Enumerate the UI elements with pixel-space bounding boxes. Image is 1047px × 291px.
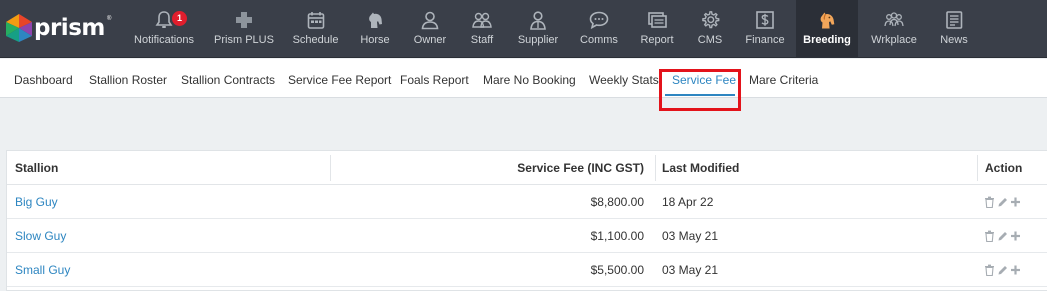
plus-cross-icon <box>236 12 252 28</box>
tab-dashboard[interactable]: Dashboard <box>14 59 73 98</box>
row-actions <box>984 196 1024 208</box>
calendar-icon <box>307 12 324 29</box>
breeding-subnav: Dashboard Stallion Roster Stallion Contr… <box>0 59 1047 98</box>
supplier-icon <box>530 11 546 30</box>
nav-label: CMS <box>697 34 723 46</box>
trash-icon[interactable] <box>984 230 995 242</box>
nav-label: Supplier <box>517 34 559 46</box>
logo-text: prism <box>34 15 105 41</box>
service-fee-value: $5,500.00 <box>590 263 644 277</box>
prism-logo[interactable]: prism ® <box>6 10 114 46</box>
nav-label: Staff <box>470 34 494 46</box>
nav-horse[interactable]: Horse <box>352 0 398 58</box>
table-row: Small Guy $5,500.00 03 May 21 <box>7 253 1047 287</box>
nav-label: Notifications <box>134 34 194 46</box>
nav-supplier[interactable]: Supplier <box>511 0 565 58</box>
service-fee-value: $8,800.00 <box>590 195 644 209</box>
nav-owner[interactable]: Owner <box>406 0 454 58</box>
nav-label: News <box>940 34 968 46</box>
column-divider <box>655 155 656 181</box>
stallion-link[interactable]: Slow Guy <box>15 219 66 253</box>
stallion-link[interactable]: Big Guy <box>15 185 58 219</box>
nav-label: Prism PLUS <box>214 34 274 46</box>
users-icon <box>472 12 492 28</box>
service-fee-table: Stallion Service Fee (INC GST) Last Modi… <box>6 150 1047 291</box>
nav-wrkplace[interactable]: Wrkplace <box>866 0 922 58</box>
nav-cms[interactable]: CMS <box>690 0 730 58</box>
nav-label: Wrkplace <box>871 34 917 46</box>
column-header-stallion[interactable]: Stallion <box>15 151 58 185</box>
plus-icon[interactable] <box>1010 264 1021 276</box>
last-modified-value: 03 May 21 <box>662 263 719 277</box>
column-divider <box>330 155 331 181</box>
workplace-icon <box>884 12 904 27</box>
tab-mare-no-booking[interactable]: Mare No Booking <box>483 59 576 98</box>
pencil-icon[interactable] <box>997 230 1008 242</box>
column-divider <box>977 155 978 181</box>
table-row: Slow Guy $1,100.00 03 May 21 <box>7 219 1047 253</box>
column-header-last-modified[interactable]: Last Modified <box>662 151 739 185</box>
user-icon <box>421 11 439 30</box>
last-modified-value: 18 Apr 22 <box>662 195 714 209</box>
last-modified-value: 03 May 21 <box>662 229 719 243</box>
row-actions <box>984 230 1024 242</box>
tab-mare-criteria[interactable]: Mare Criteria <box>749 59 818 98</box>
nav-label: Report <box>640 34 674 46</box>
pencil-icon[interactable] <box>997 196 1008 208</box>
logo-registered-mark: ® <box>107 16 112 22</box>
money-icon <box>756 11 774 29</box>
nav-schedule[interactable]: Schedule <box>287 0 344 58</box>
nav-label: Breeding <box>803 34 851 46</box>
nav-comms[interactable]: Comms <box>574 0 624 58</box>
highlight-annotation-box <box>659 69 741 111</box>
nav-notifications[interactable]: 1 Notifications <box>128 0 200 58</box>
nav-label: Comms <box>580 34 618 46</box>
table-row: Big Guy $8,800.00 18 Apr 22 <box>7 185 1047 219</box>
row-actions <box>984 264 1024 276</box>
tab-weekly-stats[interactable]: Weekly Stats <box>589 59 659 98</box>
top-navigation-bar: prism ® 1 Notifications Prism PLUS Sched… <box>0 0 1047 58</box>
nav-label: Horse <box>360 34 390 46</box>
prism-logo-mark-icon <box>6 14 32 42</box>
nav-prism-plus[interactable]: Prism PLUS <box>206 0 282 58</box>
nav-report[interactable]: Report <box>633 0 681 58</box>
tab-stallion-contracts[interactable]: Stallion Contracts <box>181 59 275 98</box>
tab-service-fee-report[interactable]: Service Fee Report <box>288 59 391 98</box>
nav-staff[interactable]: Staff <box>461 0 503 58</box>
horse-head-icon <box>369 12 382 28</box>
breeding-icon <box>820 12 835 29</box>
news-icon <box>946 11 963 29</box>
tab-stallion-roster[interactable]: Stallion Roster <box>89 59 167 98</box>
gear-icon <box>702 11 720 29</box>
column-header-service-fee[interactable]: Service Fee (INC GST) <box>337 151 644 185</box>
trash-icon[interactable] <box>984 264 995 276</box>
nav-label: Owner <box>413 34 447 46</box>
plus-icon[interactable] <box>1010 230 1021 242</box>
nav-label: Finance <box>745 34 785 46</box>
tab-foals-report[interactable]: Foals Report <box>400 59 469 98</box>
column-header-action: Action <box>985 161 1023 175</box>
pencil-icon[interactable] <box>997 264 1008 276</box>
nav-label: Schedule <box>292 34 339 46</box>
nav-finance[interactable]: Finance <box>739 0 791 58</box>
trash-icon[interactable] <box>984 196 995 208</box>
service-fee-value: $1,100.00 <box>590 229 644 243</box>
stallion-link[interactable]: Small Guy <box>15 253 70 287</box>
nav-news[interactable]: News <box>932 0 976 58</box>
plus-icon[interactable] <box>1010 196 1021 208</box>
bell-icon <box>155 11 173 28</box>
report-icon <box>648 12 667 28</box>
nav-breeding[interactable]: Breeding <box>796 0 858 58</box>
chat-icon <box>589 11 609 30</box>
notification-count-badge: 1 <box>172 11 187 26</box>
